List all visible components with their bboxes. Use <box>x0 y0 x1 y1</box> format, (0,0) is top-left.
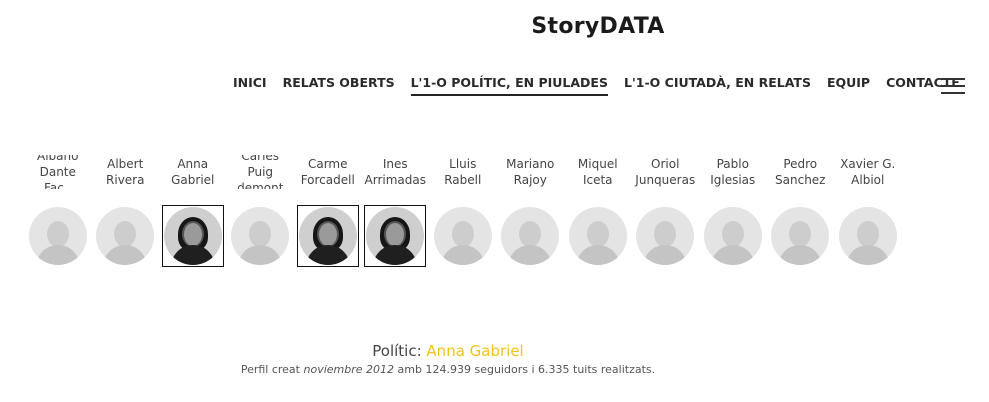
politician-photo-frame[interactable] <box>26 205 89 267</box>
followers-count: 124.939 <box>425 363 471 376</box>
politician-card-name: Ines Arrimadas <box>364 157 426 187</box>
hamburger-icon[interactable] <box>941 78 965 94</box>
politician-card[interactable]: Anna Gabriel <box>159 155 227 267</box>
profile-stats: Perfil creat noviembre 2012 amb 124.939 … <box>0 363 896 376</box>
politician-card[interactable]: Pablo Iglesias <box>699 155 767 267</box>
politician-card-name: Xavier G. Albiol <box>840 157 896 187</box>
avatar <box>231 207 290 265</box>
politician-card[interactable]: Miquel Iceta <box>564 155 632 267</box>
politician-card-name: Mariano Rajoy <box>506 157 555 187</box>
avatar <box>636 207 695 265</box>
avatar <box>771 207 830 265</box>
politician-card-name: Anna Gabriel <box>171 157 215 187</box>
politician-card-name: Pablo Iglesias <box>710 157 756 187</box>
avatar <box>96 207 155 265</box>
avatar <box>433 207 492 265</box>
profile-info: Polític: Anna Gabriel Perfil creat novie… <box>0 342 896 376</box>
politician-selector: Albano Dante Fac.. Albert Rivera Anna Gabr… <box>24 155 902 267</box>
politician-photo-frame[interactable] <box>701 205 764 267</box>
politician-photo-frame[interactable] <box>94 205 157 267</box>
politician-photo-frame[interactable] <box>499 205 562 267</box>
followers-prefix: amb <box>397 363 422 376</box>
politician-card-name: Albano Dante Fac.. <box>37 155 79 189</box>
politician-card-name: Lluis Rabell <box>444 157 482 187</box>
politician-label: Polític: <box>372 342 422 360</box>
nav-item-ciutada-relats[interactable]: L'1-O CIUTADÀ, EN RELATS <box>624 75 811 96</box>
politician-card[interactable]: Xavier G. Albiol <box>834 155 902 267</box>
site-logo[interactable]: StoryDATA <box>0 14 989 39</box>
avatar <box>163 207 222 265</box>
politician-photo-frame[interactable] <box>836 205 899 267</box>
politician-card-name: Carles Puig demont <box>237 155 284 189</box>
avatar <box>568 207 627 265</box>
avatar <box>501 207 560 265</box>
avatar <box>28 207 87 265</box>
politician-photo-frame[interactable] <box>296 205 359 267</box>
nav-item-politic-piulades[interactable]: L'1-O POLÍTIC, EN PIULADES <box>410 75 608 96</box>
politician-photo-frame[interactable] <box>769 205 832 267</box>
politician-card-name: Pedro Sanchez <box>775 157 826 187</box>
politician-photo-frame[interactable] <box>364 205 427 267</box>
politician-card[interactable]: Carme Forcadell <box>294 155 362 267</box>
created-prefix: Perfil creat <box>240 363 300 376</box>
politician-card-name: Oriol Junqueras <box>635 157 696 187</box>
politician-card[interactable]: Mariano Rajoy <box>497 155 565 267</box>
followers-suffix: seguidors i <box>474 363 535 376</box>
politician-card[interactable]: Ines Arrimadas <box>362 155 430 267</box>
politician-card[interactable]: Albert Rivera <box>92 155 160 267</box>
politician-photo-frame[interactable] <box>431 205 494 267</box>
main-nav: INICI RELATS OBERTS L'1-O POLÍTIC, EN PI… <box>233 75 976 96</box>
politician-card-name: Albert Rivera <box>106 157 145 187</box>
politician-card-name: Miquel Iceta <box>577 157 618 187</box>
politician-photo-frame[interactable] <box>566 205 629 267</box>
politician-title: Polític: Anna Gabriel <box>0 342 896 360</box>
politician-card[interactable]: Albano Dante Fac.. <box>24 155 92 267</box>
politician-photo-frame[interactable] <box>634 205 697 267</box>
created-date: noviembre 2012 <box>303 363 395 376</box>
avatar <box>366 207 425 265</box>
nav-item-equip[interactable]: EQUIP <box>827 75 870 96</box>
politician-card[interactable]: Oriol Junqueras <box>632 155 700 267</box>
politician-card[interactable]: Carles Puig demont <box>227 155 295 267</box>
nav-item-inici[interactable]: INICI <box>233 75 267 96</box>
politician-card-name: Carme Forcadell <box>300 157 355 187</box>
tweets-suffix: tuits realitzats. <box>573 363 656 376</box>
avatar <box>298 207 357 265</box>
politician-photo-frame[interactable] <box>229 205 292 267</box>
avatar <box>703 207 762 265</box>
politician-card[interactable]: Pedro Sanchez <box>767 155 835 267</box>
tweets-count: 6.335 <box>538 363 570 376</box>
nav-item-relats-oberts[interactable]: RELATS OBERTS <box>283 75 395 96</box>
politician-card[interactable]: Lluis Rabell <box>429 155 497 267</box>
politician-photo-frame[interactable] <box>161 205 224 267</box>
avatar <box>838 207 897 265</box>
politician-name: Anna Gabriel <box>426 342 524 360</box>
